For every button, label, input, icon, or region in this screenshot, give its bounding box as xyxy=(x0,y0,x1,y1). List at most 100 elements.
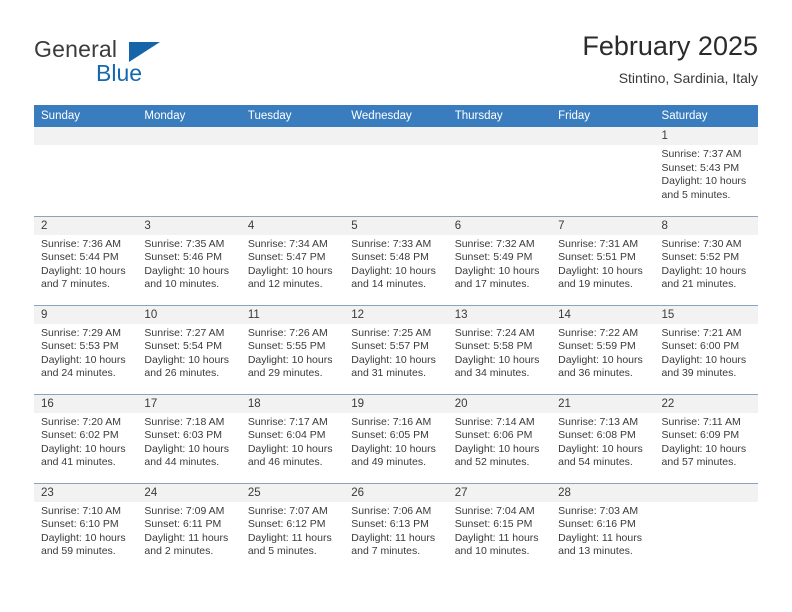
calendar-day-cell[interactable]: 16 Sunrise: 7:20 AM Sunset: 6:02 PM Dayligh… xyxy=(34,393,138,483)
sunset-text: Sunset: 5:57 PM xyxy=(351,340,429,353)
day-sun-info: Sunrise: 7:36 AM Sunset: 5:44 PM Daylight:… xyxy=(34,235,137,292)
day-sun-info: Sunrise: 7:29 AM Sunset: 5:53 PM Daylight:… xyxy=(34,324,137,381)
weekday-header-monday: Monday xyxy=(137,105,241,127)
daylight-text: Daylight: 11 hours and 5 minutes. xyxy=(247,531,332,558)
daylight-text: Daylight: 10 hours and 46 minutes. xyxy=(247,442,333,469)
calendar-day-cell[interactable]: 13 Sunrise: 7:24 AM Sunset: 5:58 PM Dayligh… xyxy=(447,304,552,394)
daylight-text: Daylight: 10 hours and 17 minutes. xyxy=(454,264,540,291)
sunrise-text: Sunrise: 7:04 AM xyxy=(454,504,535,517)
calendar-header-row: Sunday Monday Tuesday Wednesday Thursday Frid… xyxy=(34,105,758,127)
day-sun-info: Sunrise: 7:10 AM Sunset: 6:10 PM Daylight:… xyxy=(34,502,137,559)
weekday-header-sunday: Sunday xyxy=(34,105,138,127)
calendar-day-cell[interactable]: 4 Sunrise: 7:34 AM Sunset: 5:47 PM Daylight… xyxy=(240,215,345,305)
calendar-cell-empty xyxy=(34,127,138,216)
sunset-text: Sunset: 5:54 PM xyxy=(144,340,223,353)
daylight-text: Daylight: 10 hours and 49 minutes. xyxy=(351,442,436,469)
sunset-text: Sunset: 6:00 PM xyxy=(661,340,740,353)
sunrise-text: Sunrise: 7:20 AM xyxy=(41,415,121,428)
calendar-day-cell[interactable]: 20 Sunrise: 7:14 AM Sunset: 6:06 PM Dayligh… xyxy=(447,393,552,483)
day-sun-info: Sunrise: 7:11 AM Sunset: 6:09 PM Daylight:… xyxy=(655,413,758,470)
calendar-day-cell[interactable]: 23 Sunrise: 7:10 AM Sunset: 6:10 PM Dayligh… xyxy=(34,482,138,572)
calendar-day-cell[interactable]: 21 Sunrise: 7:13 AM Sunset: 6:08 PM Dayligh… xyxy=(551,393,655,483)
calendar-day-cell[interactable]: 9 Sunrise: 7:29 AM Sunset: 5:53 PM Daylight… xyxy=(34,304,138,394)
calendar-day-cell[interactable]: 17 Sunrise: 7:18 AM Sunset: 6:03 PM Dayligh… xyxy=(137,393,241,483)
sunrise-text: Sunrise: 7:17 AM xyxy=(247,415,328,428)
daylight-text: Daylight: 10 hours and 7 minutes. xyxy=(41,264,126,291)
weekday-header-saturday: Saturday xyxy=(654,105,758,127)
calendar-body: 1 Sunrise: 7:37 AM Sunset: 5:43 PM Daylight… xyxy=(34,127,758,572)
calendar-day-cell[interactable]: 22 Sunrise: 7:11 AM Sunset: 6:09 PM Dayligh… xyxy=(654,393,758,483)
day-number: 5 xyxy=(344,216,448,235)
sunrise-text: Sunrise: 7:29 AM xyxy=(41,326,121,339)
daylight-text: Daylight: 10 hours and 59 minutes. xyxy=(41,531,126,558)
day-number: 19 xyxy=(344,394,448,413)
calendar-day-cell[interactable]: 18 Sunrise: 7:17 AM Sunset: 6:04 PM Dayligh… xyxy=(240,393,345,483)
sunset-text: Sunset: 5:58 PM xyxy=(454,340,533,353)
weekday-header-wednesday: Wednesday xyxy=(344,105,448,127)
day-number xyxy=(654,483,758,502)
day-sun-info: Sunrise: 7:17 AM Sunset: 6:04 PM Daylight:… xyxy=(241,413,344,470)
daylight-text: Daylight: 10 hours and 14 minutes. xyxy=(351,264,436,291)
sunset-text: Sunset: 6:10 PM xyxy=(41,518,119,531)
day-sun-info: Sunrise: 7:37 AM Sunset: 5:43 PM Daylight:… xyxy=(655,145,758,202)
sunrise-text: Sunrise: 7:33 AM xyxy=(351,237,432,250)
day-sun-info: Sunrise: 7:13 AM Sunset: 6:08 PM Daylight:… xyxy=(551,413,654,470)
calendar-day-cell[interactable]: 14 Sunrise: 7:22 AM Sunset: 5:59 PM Dayligh… xyxy=(551,304,655,394)
day-sun-info: Sunrise: 7:24 AM Sunset: 5:58 PM Daylight:… xyxy=(448,324,551,381)
day-sun-info: Sunrise: 7:21 AM Sunset: 6:00 PM Daylight:… xyxy=(655,324,758,381)
sunrise-text: Sunrise: 7:32 AM xyxy=(454,237,535,250)
day-number: 2 xyxy=(34,216,138,235)
day-number: 24 xyxy=(137,483,241,502)
daylight-text: Daylight: 11 hours and 2 minutes. xyxy=(144,531,229,558)
sunset-text: Sunset: 6:03 PM xyxy=(144,429,223,442)
calendar-day-cell[interactable]: 12 Sunrise: 7:25 AM Sunset: 5:57 PM Dayligh… xyxy=(344,304,448,394)
day-number: 21 xyxy=(551,394,655,413)
day-number: 13 xyxy=(447,305,552,324)
page-title: February 2025 xyxy=(582,31,758,61)
sunrise-text: Sunrise: 7:22 AM xyxy=(558,326,639,339)
calendar-week-row: 2 Sunrise: 7:36 AM Sunset: 5:44 PM Daylight… xyxy=(34,215,758,305)
calendar-day-cell[interactable]: 1 Sunrise: 7:37 AM Sunset: 5:43 PM Daylight… xyxy=(654,127,758,216)
sunrise-text: Sunrise: 7:24 AM xyxy=(454,326,535,339)
day-sun-info: Sunrise: 7:26 AM Sunset: 5:55 PM Daylight:… xyxy=(241,324,344,381)
day-number: 25 xyxy=(240,483,345,502)
day-number: 17 xyxy=(137,394,241,413)
calendar-day-cell[interactable]: 6 Sunrise: 7:32 AM Sunset: 5:49 PM Daylight… xyxy=(447,215,552,305)
daylight-text: Daylight: 10 hours and 52 minutes. xyxy=(454,442,540,469)
day-sun-info: Sunrise: 7:18 AM Sunset: 6:03 PM Daylight:… xyxy=(137,413,240,470)
day-sun-info: Sunrise: 7:32 AM Sunset: 5:49 PM Daylight:… xyxy=(448,235,551,292)
calendar-day-cell[interactable]: 11 Sunrise: 7:26 AM Sunset: 5:55 PM Dayligh… xyxy=(240,304,345,394)
daylight-text: Daylight: 10 hours and 36 minutes. xyxy=(558,353,643,380)
daylight-text: Daylight: 10 hours and 21 minutes. xyxy=(661,264,747,291)
sunrise-text: Sunrise: 7:21 AM xyxy=(661,326,742,339)
day-sun-info: Sunrise: 7:20 AM Sunset: 6:02 PM Daylight:… xyxy=(34,413,137,470)
calendar-day-cell[interactable]: 26 Sunrise: 7:06 AM Sunset: 6:13 PM Dayligh… xyxy=(344,482,448,572)
sunset-text: Sunset: 5:44 PM xyxy=(41,251,119,264)
calendar-day-cell[interactable]: 3 Sunrise: 7:35 AM Sunset: 5:46 PM Daylight… xyxy=(137,215,241,305)
weekday-header-friday: Friday xyxy=(551,105,655,127)
sunset-text: Sunset: 6:06 PM xyxy=(454,429,533,442)
calendar-day-cell[interactable]: 27 Sunrise: 7:04 AM Sunset: 6:15 PM Dayligh… xyxy=(447,482,552,572)
sunset-text: Sunset: 6:13 PM xyxy=(351,518,429,531)
calendar-cell-empty xyxy=(137,127,241,216)
calendar-day-cell[interactable]: 24 Sunrise: 7:09 AM Sunset: 6:11 PM Dayligh… xyxy=(137,482,241,572)
calendar-day-cell[interactable]: 10 Sunrise: 7:27 AM Sunset: 5:54 PM Dayligh… xyxy=(137,304,241,394)
calendar-day-cell[interactable]: 15 Sunrise: 7:21 AM Sunset: 6:00 PM Dayligh… xyxy=(654,304,758,394)
sunrise-text: Sunrise: 7:35 AM xyxy=(144,237,225,250)
calendar-day-cell[interactable]: 8 Sunrise: 7:30 AM Sunset: 5:52 PM Daylight… xyxy=(654,215,758,305)
calendar-day-cell[interactable]: 25 Sunrise: 7:07 AM Sunset: 6:12 PM Dayligh… xyxy=(240,482,345,572)
calendar-cell-empty xyxy=(240,127,345,216)
day-number: 27 xyxy=(447,483,552,502)
sunset-text: Sunset: 5:51 PM xyxy=(558,251,636,264)
calendar-day-cell[interactable]: 2 Sunrise: 7:36 AM Sunset: 5:44 PM Daylight… xyxy=(34,215,138,305)
calendar-cell-empty xyxy=(344,127,448,216)
general-blue-logo[interactable]: General Blue xyxy=(34,36,244,92)
daylight-text: Daylight: 11 hours and 10 minutes. xyxy=(454,531,539,558)
sunset-text: Sunset: 6:04 PM xyxy=(247,429,326,442)
calendar-day-cell[interactable]: 5 Sunrise: 7:33 AM Sunset: 5:48 PM Daylight… xyxy=(344,215,448,305)
calendar-day-cell[interactable]: 28 Sunrise: 7:03 AM Sunset: 6:16 PM Dayligh… xyxy=(551,482,655,572)
sunrise-text: Sunrise: 7:34 AM xyxy=(247,237,328,250)
calendar-day-cell[interactable]: 19 Sunrise: 7:16 AM Sunset: 6:05 PM Dayligh… xyxy=(344,393,448,483)
day-number: 10 xyxy=(137,305,241,324)
calendar-day-cell[interactable]: 7 Sunrise: 7:31 AM Sunset: 5:51 PM Daylight… xyxy=(551,215,655,305)
